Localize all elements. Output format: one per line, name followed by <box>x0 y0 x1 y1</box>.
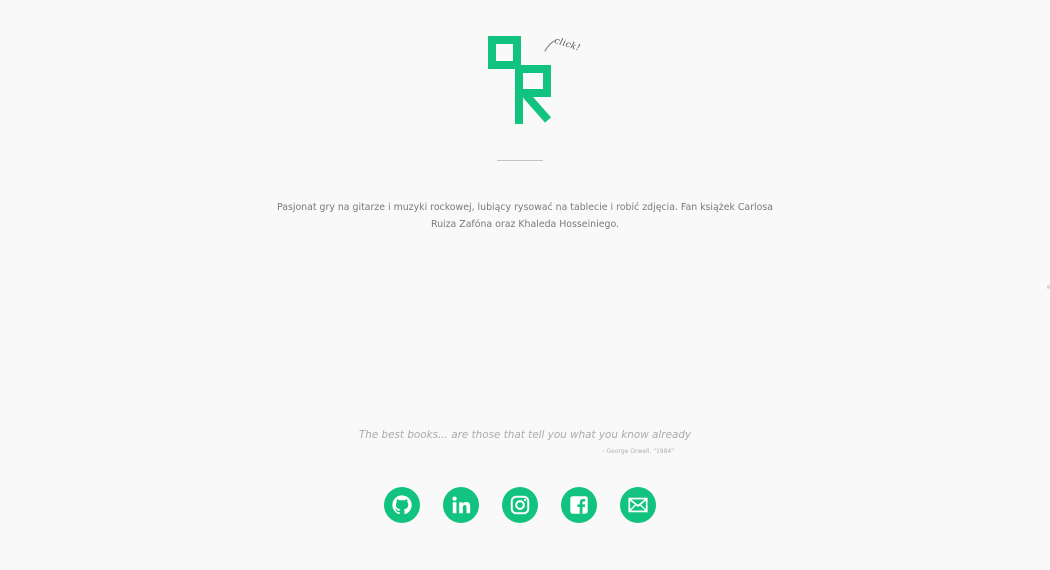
facebook-icon <box>570 496 588 514</box>
facebook-link[interactable] <box>561 487 597 523</box>
bio-line-2: Ruiza Zafóna oraz Khaleda Hosseiniego. <box>430 219 620 230</box>
instagram-link[interactable] <box>502 487 538 523</box>
divider <box>497 160 543 161</box>
linkedin-link[interactable] <box>443 487 479 523</box>
github-link[interactable] <box>384 487 420 523</box>
mail-icon <box>628 497 648 513</box>
quote-text: The best books... are those that tell yo… <box>358 429 692 441</box>
mail-link[interactable] <box>620 487 656 523</box>
quote-author: - George Orwell, "1984" <box>602 448 674 455</box>
github-icon <box>392 495 412 515</box>
bio: Pasjonat gry na gitarze i muzyki rockowe… <box>270 199 780 233</box>
instagram-icon <box>510 495 530 515</box>
linkedin-icon <box>452 496 471 514</box>
bio-line-1: Pasjonat gry na gitarze i muzyki rockowe… <box>276 202 773 213</box>
social-links <box>0 487 1050 523</box>
